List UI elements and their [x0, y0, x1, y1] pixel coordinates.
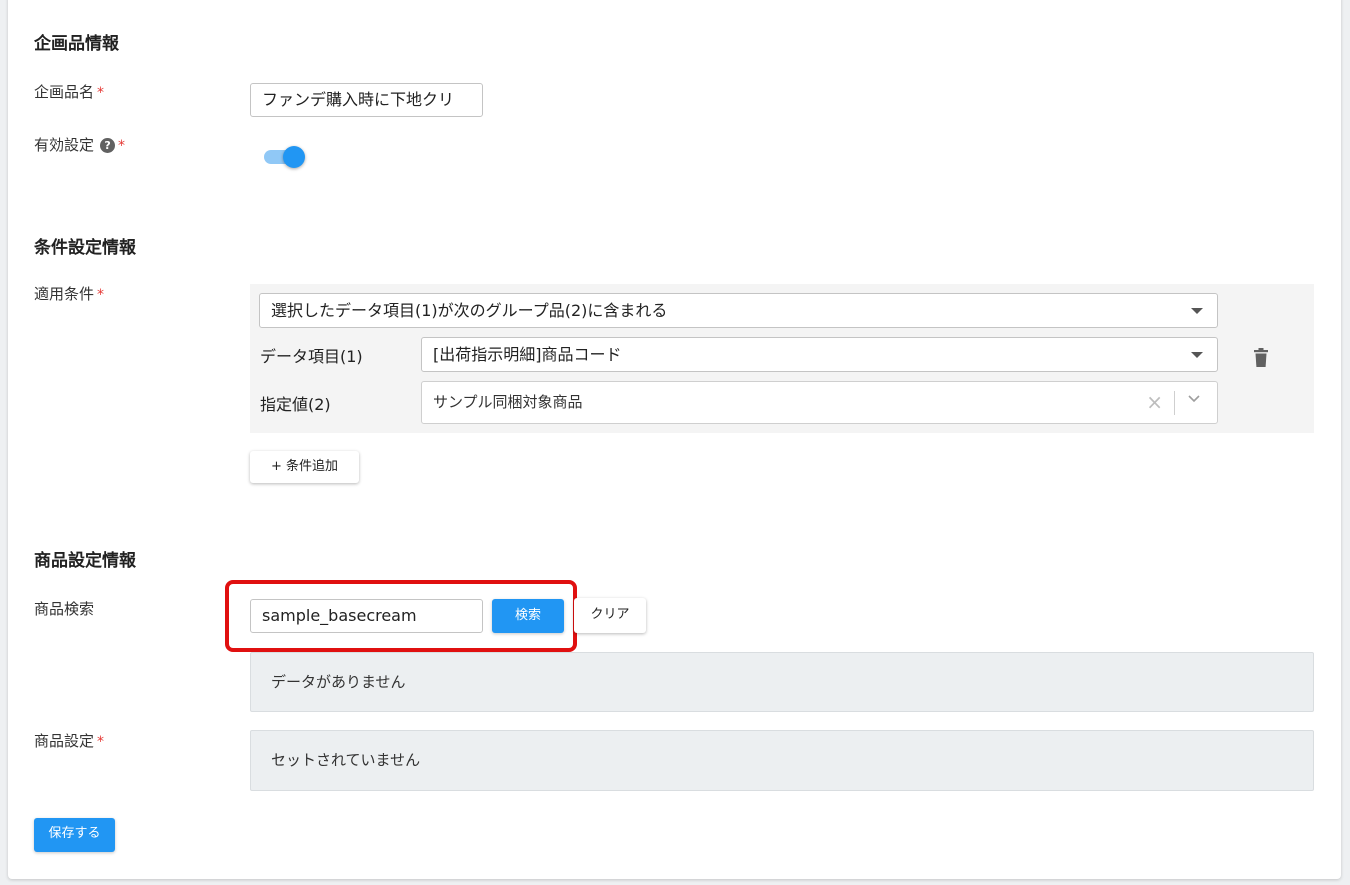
product-setting-box: セットされていません: [250, 730, 1314, 791]
add-condition-button[interactable]: + 条件追加: [250, 451, 359, 483]
required-mark: *: [97, 287, 105, 303]
save-button[interactable]: 保存する: [34, 818, 115, 852]
required-mark: *: [97, 85, 105, 101]
apply-condition-label: 適用条件 *: [34, 285, 105, 303]
enabled-toggle[interactable]: [264, 145, 308, 169]
specified-value-label: 指定値(2): [260, 395, 331, 414]
section-title-products: 商品設定情報: [34, 551, 136, 571]
caret-down-icon: [1191, 308, 1203, 314]
product-setting-label: 商品設定 *: [34, 732, 105, 750]
section-title-plan: 企画品情報: [34, 34, 119, 54]
plan-name-label: 企画品名 *: [34, 83, 105, 101]
search-button[interactable]: 検索: [492, 599, 564, 633]
search-results-box: データがありません: [250, 652, 1314, 712]
close-icon[interactable]: ×: [1146, 382, 1163, 423]
clear-button[interactable]: クリア: [574, 598, 646, 633]
specified-value-select[interactable]: サンプル同梱対象商品 ×: [421, 381, 1218, 424]
required-mark: *: [118, 138, 126, 154]
enabled-setting-label: 有効設定? *: [34, 136, 126, 154]
chevron-down-icon[interactable]: [1187, 391, 1201, 405]
condition-rule-select[interactable]: 選択したデータ項目(1)が次のグループ品(2)に含まれる: [259, 293, 1218, 328]
product-search-label: 商品検索: [34, 600, 95, 618]
section-title-conditions: 条件設定情報: [34, 238, 136, 258]
required-mark: *: [97, 734, 105, 750]
help-circle-icon[interactable]: ?: [100, 138, 116, 153]
data-item-label: データ項目(1): [260, 347, 363, 366]
select-divider: [1174, 391, 1175, 415]
caret-down-icon: [1191, 352, 1203, 358]
product-search-input[interactable]: sample_basecream: [250, 599, 483, 633]
data-item-select[interactable]: [出荷指示明細]商品コード: [421, 337, 1218, 372]
plan-name-input[interactable]: ファンデ購入時に下地クリ: [250, 83, 483, 117]
trash-icon: [1254, 348, 1268, 367]
toggle-thumb: [283, 146, 305, 168]
delete-condition-button[interactable]: [1253, 348, 1269, 372]
